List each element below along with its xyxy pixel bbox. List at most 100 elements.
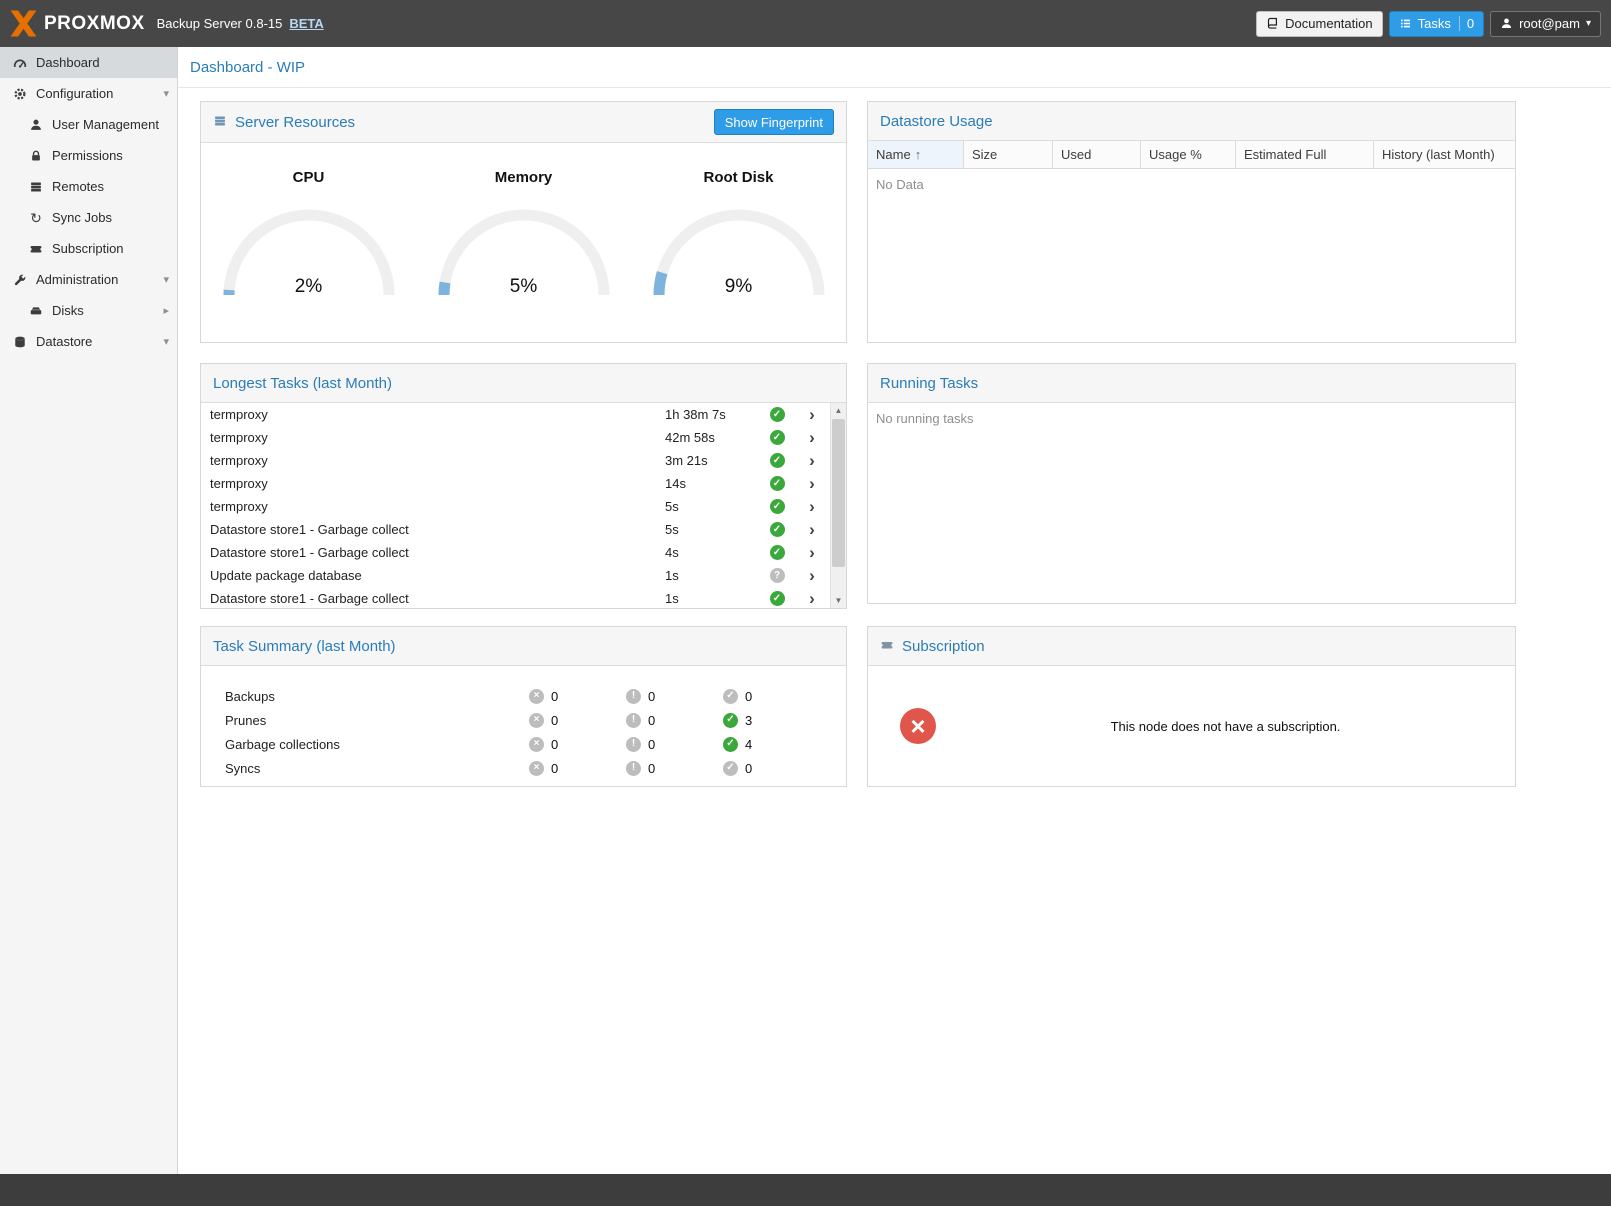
column-header-size[interactable]: Size (964, 141, 1053, 168)
chevron-right-icon[interactable]: › (793, 406, 831, 423)
sidebar-item-label: Administration (36, 272, 118, 287)
sidebar-item-label: Configuration (36, 86, 113, 101)
sidebar-item-user-management[interactable]: User Management (0, 109, 177, 140)
proxmox-logo: PROXMOX (10, 10, 145, 37)
subscription-error-icon: × (900, 708, 936, 744)
sidebar-item-disks[interactable]: Disks ▸ (0, 295, 177, 326)
column-header-usage[interactable]: Usage % (1141, 141, 1236, 168)
task-list-icon (1399, 17, 1412, 30)
task-row[interactable]: Datastore store1 - Garbage collect 4s ✓ … (201, 541, 831, 564)
sidebar-item-administration[interactable]: Administration ▾ (0, 264, 177, 295)
user-icon (28, 118, 44, 132)
task-list: termproxy 1h 38m 7s ✓ › termproxy 42m 58… (201, 403, 846, 608)
column-header-name[interactable]: Name ↑ (868, 141, 964, 168)
warning-count: 0 (648, 713, 655, 728)
beta-link[interactable]: BETA (289, 16, 323, 31)
caret-down-icon[interactable]: ▾ (163, 273, 169, 286)
sync-icon: ↻ (28, 211, 44, 225)
subscription-message: This node does not have a subscription. (936, 719, 1515, 734)
sidebar-item-configuration[interactable]: Configuration ▾ (0, 78, 177, 109)
scroll-up-button[interactable]: ▲ (831, 403, 846, 418)
panel-title: Longest Tasks (last Month) (213, 375, 392, 392)
user-menu-button[interactable]: root@pam ▾ (1490, 11, 1601, 37)
summary-row: Prunes ×0 !0 ✓3 (201, 708, 846, 732)
panel-header: Running Tasks (868, 364, 1515, 403)
documentation-button[interactable]: Documentation (1256, 11, 1382, 37)
ticket-icon (28, 242, 44, 256)
sidebar-item-label: Sync Jobs (52, 210, 112, 225)
chevron-down-icon: ▾ (1586, 19, 1591, 29)
summary-row: Syncs ×0 !0 ✓0 (201, 756, 846, 780)
gauge-value: 5% (434, 276, 614, 298)
warning-count-icon: ! (626, 689, 641, 704)
task-duration: 1s (665, 591, 761, 606)
sidebar-item-dashboard[interactable]: Dashboard (0, 47, 177, 78)
sidebar: Dashboard Configuration ▾ U (0, 47, 178, 1174)
warning-count: 0 (648, 737, 655, 752)
sidebar-item-sync-jobs[interactable]: ↻ Sync Jobs (0, 202, 177, 233)
sidebar-item-permissions[interactable]: Permissions (0, 140, 177, 171)
tasks-label: Tasks (1418, 16, 1451, 31)
show-fingerprint-button[interactable]: Show Fingerprint (714, 109, 834, 135)
warning-count-icon: ! (626, 761, 641, 776)
chevron-right-icon[interactable]: › (793, 544, 831, 561)
column-header-estimated-full[interactable]: Estimated Full (1236, 141, 1374, 168)
warning-count-icon: ! (626, 713, 641, 728)
chevron-right-icon[interactable]: › (793, 567, 831, 584)
task-row[interactable]: Update package database 1s ? › (201, 564, 831, 587)
caret-right-icon[interactable]: ▸ (163, 304, 169, 317)
error-count: 0 (551, 761, 558, 776)
panel-header: Datastore Usage (868, 102, 1515, 141)
ok-count: 0 (745, 761, 752, 776)
page-title: Dashboard - WIP (190, 59, 305, 76)
task-row[interactable]: Datastore store1 - Garbage collect 1s ✓ … (201, 587, 831, 608)
task-status-icon: ✓ (770, 545, 785, 560)
sort-asc-icon: ↑ (915, 147, 922, 162)
task-row[interactable]: termproxy 14s ✓ › (201, 472, 831, 495)
task-name: Datastore store1 - Garbage collect (201, 545, 665, 560)
error-count: 0 (551, 737, 558, 752)
chevron-right-icon[interactable]: › (793, 521, 831, 538)
task-row[interactable]: termproxy 1h 38m 7s ✓ › (201, 403, 831, 426)
panel-header: Longest Tasks (last Month) (201, 364, 846, 403)
root-disk-gauge: Root Disk 9% (649, 169, 829, 300)
task-row[interactable]: termproxy 42m 58s ✓ › (201, 426, 831, 449)
proxmox-logo-icon (10, 10, 37, 37)
chevron-right-icon[interactable]: › (793, 475, 831, 492)
server-resources-panel: Server Resources Show Fingerprint CPU (200, 101, 847, 343)
chevron-right-icon[interactable]: › (793, 452, 831, 469)
sidebar-item-datastore[interactable]: Datastore ▾ (0, 326, 177, 357)
task-row[interactable]: termproxy 5s ✓ › (201, 495, 831, 518)
scrollbar[interactable]: ▲ ▼ (830, 403, 846, 608)
tasks-button[interactable]: Tasks 0 (1389, 11, 1484, 37)
ok-count-icon: ✓ (723, 761, 738, 776)
column-header-used[interactable]: Used (1053, 141, 1141, 168)
task-duration: 1s (665, 568, 761, 583)
task-row[interactable]: Datastore store1 - Garbage collect 5s ✓ … (201, 518, 831, 541)
app-window: PROXMOX Backup Server 0.8-15 BETA Docume… (0, 0, 1611, 1206)
summary-category: Prunes (201, 713, 529, 728)
topbar: PROXMOX Backup Server 0.8-15 BETA Docume… (0, 0, 1611, 47)
database-icon (12, 335, 28, 349)
caret-down-icon[interactable]: ▾ (163, 335, 169, 348)
scrollbar-thumb[interactable] (832, 419, 845, 567)
sidebar-item-remotes[interactable]: Remotes (0, 171, 177, 202)
caret-down-icon[interactable]: ▾ (163, 87, 169, 100)
task-duration: 3m 21s (665, 453, 761, 468)
task-name: Update package database (201, 568, 665, 583)
summary-category: Backups (201, 689, 529, 704)
empty-state: No Data (868, 169, 1515, 342)
column-header-history[interactable]: History (last Month) (1374, 141, 1515, 168)
task-row[interactable]: termproxy 3m 21s ✓ › (201, 449, 831, 472)
gauge-label: Root Disk (703, 169, 773, 186)
panel-header: Subscription (868, 627, 1515, 666)
task-name: termproxy (201, 476, 665, 491)
summary-category: Garbage collections (201, 737, 529, 752)
chevron-right-icon[interactable]: › (793, 498, 831, 515)
user-menu-label: root@pam (1519, 16, 1580, 31)
scroll-down-button[interactable]: ▼ (831, 593, 846, 608)
sidebar-item-subscription[interactable]: Subscription (0, 233, 177, 264)
chevron-right-icon[interactable]: › (793, 590, 831, 607)
resources-icon (213, 114, 227, 131)
chevron-right-icon[interactable]: › (793, 429, 831, 446)
